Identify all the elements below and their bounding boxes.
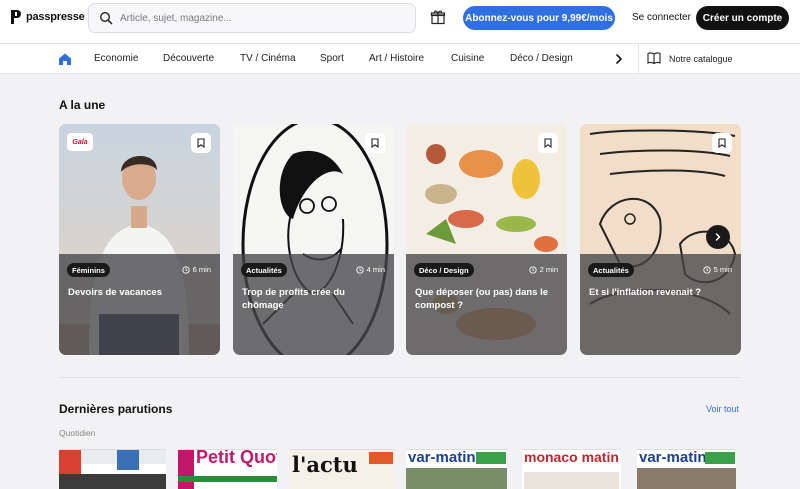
article-title: Trop de profits crée du chômage <box>242 287 345 311</box>
catalog-link[interactable]: Notre catalogue <box>647 52 733 66</box>
article-card[interactable]: Actualités 4 min Trop de profits crée du… <box>233 124 394 355</box>
subscribe-button[interactable]: Abonnez-vous pour 9,99€/mois <box>463 6 615 30</box>
reading-time: 2 min <box>529 265 558 274</box>
nav-item-economie[interactable]: Economie <box>94 53 138 64</box>
bookmark-icon[interactable] <box>191 133 211 153</box>
clock-icon <box>529 265 537 274</box>
book-icon <box>647 52 661 66</box>
cover-art <box>406 468 507 489</box>
magazine-cover[interactable]: var-matin <box>637 449 736 489</box>
nav-item-sport[interactable]: Sport <box>320 53 344 64</box>
nav-item-tv-cinema[interactable]: TV / Cinéma <box>240 53 296 64</box>
reading-time-value: 4 min <box>366 265 385 274</box>
latest-title: Dernières parutions <box>59 402 173 416</box>
cover-art <box>59 450 81 474</box>
signup-button[interactable]: Créer un compte <box>696 6 789 30</box>
magazine-cover[interactable]: l'actu <box>289 449 396 489</box>
magazine-title: var-matin <box>408 449 476 466</box>
reading-time: 4 min <box>356 265 385 274</box>
magazine-title: monaco matin <box>524 449 619 465</box>
logo-text: passpresse <box>26 11 85 23</box>
nav-divider <box>638 44 639 74</box>
magazine-title: Petit Quotidien <box>196 449 277 467</box>
chevron-right-icon[interactable] <box>612 52 626 66</box>
cover-art <box>117 450 139 470</box>
magazine-cover[interactable]: var-matin <box>406 449 507 489</box>
category-tag: Déco / Design <box>414 263 474 277</box>
reading-time: 6 min <box>182 265 211 274</box>
home-icon[interactable] <box>58 52 72 66</box>
magazine-cover[interactable] <box>59 449 166 489</box>
article-card[interactable]: Déco / Design 2 min Que déposer (ou pas)… <box>406 124 567 355</box>
nav-item-decouverte[interactable]: Découverte <box>163 53 214 64</box>
magazine-cover[interactable]: Petit Quotidien <box>178 449 277 489</box>
cover-art <box>637 468 736 489</box>
magazine-title: l'actu <box>292 452 358 477</box>
category-nav: Economie Découverte TV / Cinéma Sport Ar… <box>0 44 800 74</box>
article-card[interactable]: Gala Féminins 6 min Devoirs de vacances <box>59 124 220 355</box>
reading-time-value: 5 min <box>713 265 732 274</box>
clock-icon <box>182 265 190 274</box>
reading-time-value: 6 min <box>192 265 211 274</box>
cover-art <box>705 452 735 464</box>
see-all-link[interactable]: Voir tout <box>706 404 739 414</box>
cover-art <box>59 474 166 489</box>
search-icon <box>99 11 113 25</box>
magazine-cover[interactable]: monaco matin <box>522 449 621 489</box>
bookmark-icon[interactable] <box>712 133 732 153</box>
category-tag: Actualités <box>588 263 634 277</box>
cover-art <box>524 472 619 489</box>
chevron-right-icon <box>715 233 721 241</box>
bookmark-icon[interactable] <box>538 133 558 153</box>
nav-item-cuisine[interactable]: Cuisine <box>451 53 484 64</box>
article-title: Que déposer (ou pas) dans le compost ? <box>415 287 549 311</box>
login-link[interactable]: Se connecter <box>632 12 691 23</box>
magazine-title: var-matin <box>639 449 707 466</box>
catalog-label: Notre catalogue <box>669 54 733 64</box>
reading-time: 5 min <box>703 265 732 274</box>
search-input[interactable] <box>120 12 400 24</box>
article-title: Et si l'inflation revenait ? <box>589 287 702 298</box>
category-tag: Féminins <box>67 263 110 277</box>
nav-item-art-histoire[interactable]: Art / Histoire <box>369 53 424 64</box>
category-label: Quotidien <box>59 428 96 438</box>
featured-title: A la une <box>59 98 106 112</box>
gift-icon[interactable] <box>430 9 446 25</box>
clock-icon <box>703 265 711 274</box>
cover-art <box>369 452 393 464</box>
bookmark-icon[interactable] <box>365 133 385 153</box>
logo[interactable]: passpresse <box>10 9 85 25</box>
cover-art <box>178 476 277 482</box>
logo-mark-icon <box>10 9 22 25</box>
category-tag: Actualités <box>241 263 287 277</box>
header: passpresse Abonnez-vous pour 9,99€/mois … <box>0 0 800 44</box>
clock-icon <box>356 265 364 274</box>
cover-art <box>178 450 194 489</box>
article-title: Devoirs de vacances <box>68 287 163 298</box>
cover-art <box>476 452 506 464</box>
carousel-next-button[interactable] <box>706 225 730 249</box>
publisher-logo: Gala <box>67 133 93 151</box>
nav-item-deco-design[interactable]: Déco / Design <box>510 53 573 64</box>
reading-time-value: 2 min <box>539 265 558 274</box>
search-bar[interactable] <box>88 3 416 33</box>
section-divider <box>59 377 740 378</box>
